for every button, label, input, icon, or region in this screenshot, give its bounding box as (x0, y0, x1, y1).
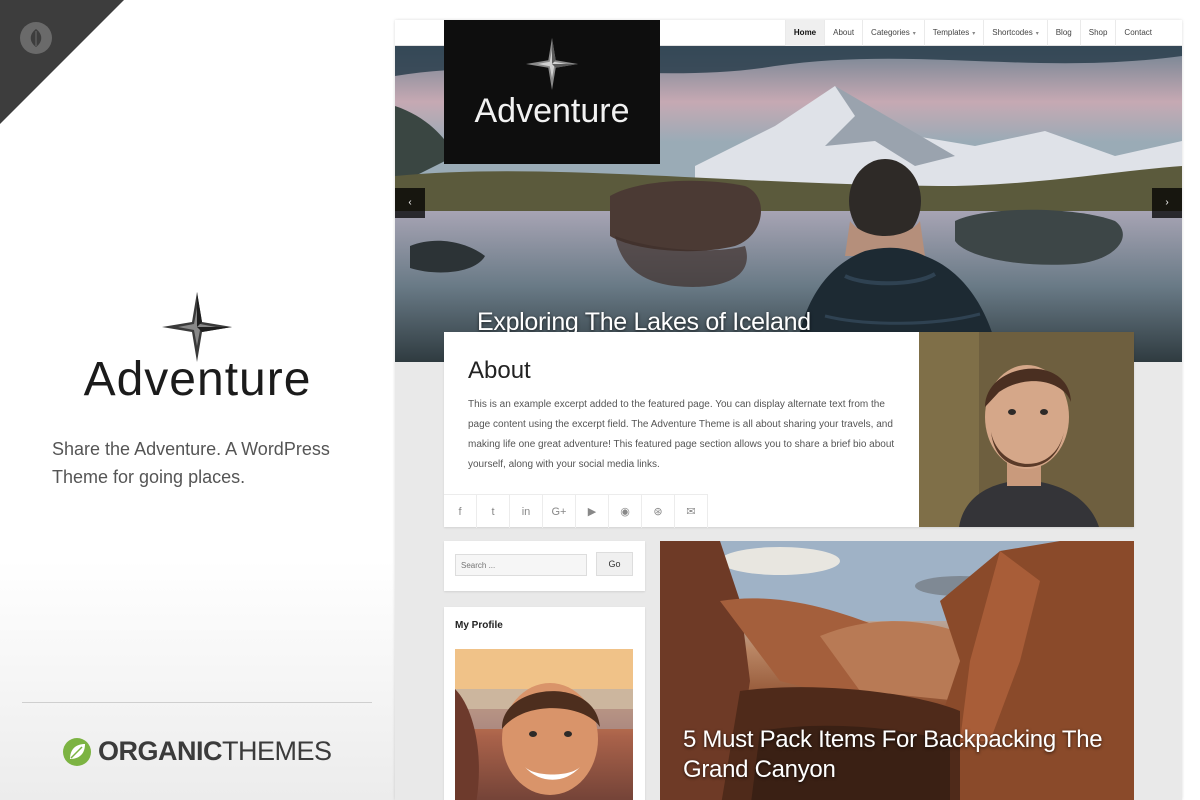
youtube-icon[interactable]: ▶ (576, 495, 609, 528)
about-title: About (468, 357, 531, 384)
brand-organic: ORGANIC (98, 736, 223, 766)
site-preview: Home About Categories ▾ Templates ▾ Shortcodes… (395, 20, 1182, 800)
nav-item-label: Blog (1055, 28, 1072, 37)
nav-item-label: Home (793, 28, 817, 37)
promo-panel: Adventure Share the Adventure. A WordPre… (0, 0, 395, 800)
search-widget: Go (444, 541, 645, 591)
site-title: Adventure (474, 92, 630, 130)
organic-leaf-icon (63, 737, 91, 766)
about-section: About This is an example excerpt added t… (444, 332, 1134, 528)
chevron-down-icon: ▾ (972, 31, 976, 37)
nav-item-categories[interactable]: Categories ▾ (862, 20, 924, 46)
featured-post-title[interactable]: 5 Must Pack Items For Backpacking The Gr… (683, 725, 1123, 785)
nav-item-label: Shop (1088, 28, 1108, 37)
leaf-icon (20, 22, 52, 54)
divider (22, 702, 372, 703)
promo-title: Adventure (83, 353, 312, 406)
twitter-icon[interactable]: t (477, 495, 510, 528)
nav-item-shop[interactable]: Shop (1079, 20, 1116, 46)
profile-title: My Profile (455, 620, 503, 631)
nav-item-label: Templates (932, 28, 970, 37)
nav-item-shortcodes[interactable]: Shortcodes ▾ (983, 20, 1046, 46)
nav-item-label: Categories (871, 28, 910, 37)
profile-widget: My Profile (444, 607, 645, 800)
site-logo[interactable]: Adventure (444, 20, 660, 164)
brand-themes: THEMES (222, 736, 332, 766)
chevron-down-icon: ▾ (912, 31, 916, 37)
chevron-down-icon: ▾ (1035, 31, 1039, 37)
profile-photo (455, 649, 633, 800)
slider-next-button[interactable]: › (1152, 188, 1182, 218)
nav-item-label: Shortcodes (992, 28, 1033, 37)
dribbble-icon[interactable]: ⊛ (642, 495, 675, 528)
email-icon[interactable]: ✉ (675, 495, 708, 528)
social-links: f t in G+ ▶ ◉ ⊛ ✉ (444, 494, 708, 528)
nav-item-label: About (833, 28, 855, 37)
about-text: This is an example excerpt added to the … (468, 399, 895, 470)
nav-item-about[interactable]: About (824, 20, 862, 46)
about-portrait-image (919, 332, 1134, 527)
nav-item-label: Contact (1124, 28, 1152, 37)
main-nav: Home About Categories ▾ Templates ▾ Shortcodes… (784, 20, 1160, 46)
slider-prev-button[interactable]: ‹ (395, 188, 425, 218)
nav-item-blog[interactable]: Blog (1046, 20, 1080, 46)
promo-tagline: Share the Adventure. A WordPress Theme f… (52, 439, 330, 487)
facebook-icon[interactable]: f (444, 495, 477, 528)
search-input[interactable] (455, 554, 587, 576)
compass-star-icon (526, 38, 578, 95)
organic-themes-logo[interactable]: ORGANIC THEMES (62, 736, 332, 767)
featured-post-card[interactable]: 5 Must Pack Items For Backpacking The Gr… (660, 541, 1134, 800)
google-plus-icon[interactable]: G+ (543, 495, 576, 528)
github-icon[interactable]: ◉ (609, 495, 642, 528)
nav-item-home[interactable]: Home (784, 20, 825, 46)
linkedin-icon[interactable]: in (510, 495, 543, 528)
search-go-button[interactable]: Go (596, 552, 633, 576)
corner-ribbon (0, 0, 124, 124)
nav-item-contact[interactable]: Contact (1115, 20, 1160, 46)
nav-item-templates[interactable]: Templates ▾ (923, 20, 983, 46)
